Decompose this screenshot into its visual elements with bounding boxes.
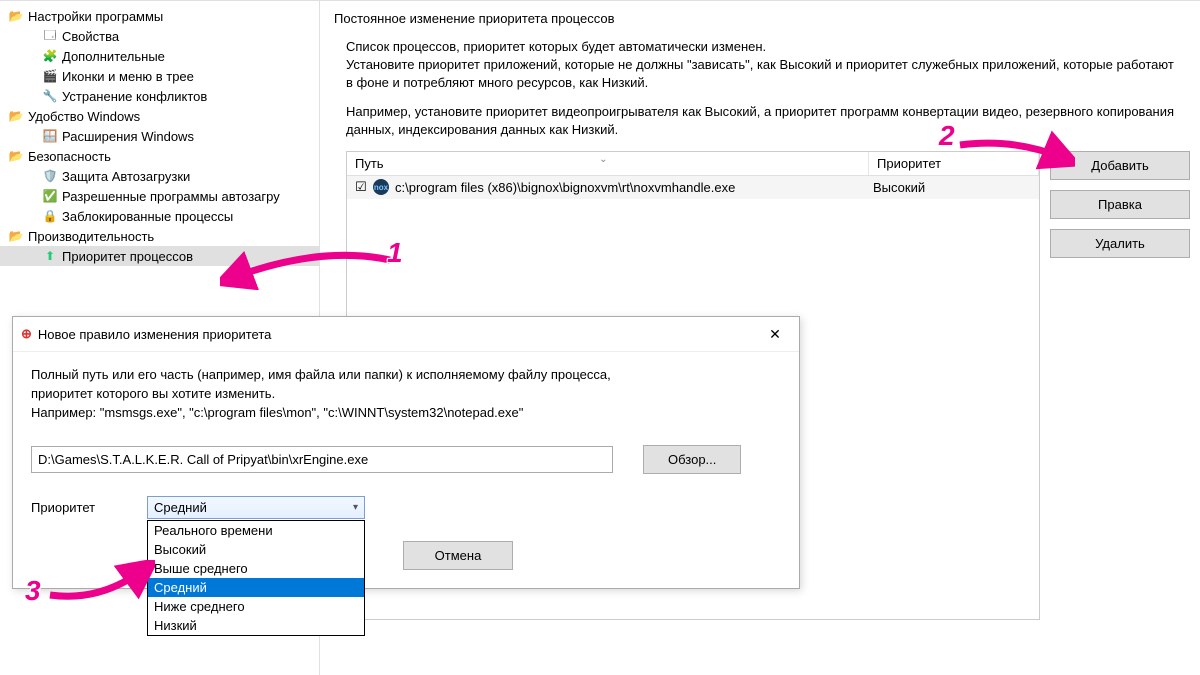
tree-item-label: Защита Автозагрузки	[62, 169, 190, 184]
tree-item-label: Разрешенные программы автозагру	[62, 189, 280, 204]
add-button[interactable]: Добавить	[1050, 151, 1190, 180]
column-header-path[interactable]: Путь	[347, 152, 869, 175]
window-icon: 🗔	[42, 28, 58, 44]
shield-icon: 🛡️	[42, 168, 58, 184]
tree-item-conflicts[interactable]: 🔧 Устранение конфликтов	[0, 86, 319, 106]
tree-item-label: Свойства	[62, 29, 119, 44]
folder-open-icon: 📂	[8, 228, 24, 244]
tree-group-label: Удобство Windows	[28, 109, 140, 124]
dropdown-option-normal[interactable]: Средний	[148, 578, 364, 597]
tree-item-label: Заблокированные процессы	[62, 209, 233, 224]
chevron-down-icon: ▾	[353, 502, 358, 513]
desc-line: Например: "msmsgs.exe", "c:\program file…	[31, 404, 781, 423]
folder-open-icon: 📂	[8, 108, 24, 124]
priority-up-icon: ⬆	[42, 248, 58, 264]
check-circle-icon: ✅	[42, 188, 58, 204]
row-path: c:\program files (x86)\bignox\bignoxvm\r…	[391, 178, 865, 197]
tree-group-windows-convenience[interactable]: 📂 Удобство Windows	[0, 106, 319, 126]
dialog-title: Новое правило изменения приоритета	[38, 327, 271, 342]
page-description: Список процессов, приоритет которых буде…	[330, 34, 1190, 151]
tree-item-properties[interactable]: 🗔 Свойства	[0, 26, 319, 46]
priority-combobox[interactable]: Средний ▾	[147, 496, 365, 519]
desc-line: Установите приоритет приложений, которые…	[346, 56, 1180, 92]
tree-item-label: Приоритет процессов	[62, 249, 193, 264]
dialog-description: Полный путь или его часть (например, имя…	[31, 366, 781, 423]
cancel-button[interactable]: Отмена	[403, 541, 513, 570]
tree-item-process-priority[interactable]: ⬆ Приоритет процессов	[0, 246, 319, 266]
priority-dropdown: Реального времени Высокий Выше среднего …	[147, 520, 365, 636]
dropdown-option-low[interactable]: Низкий	[148, 616, 364, 635]
folder-open-icon: 📂	[8, 8, 24, 24]
dropdown-option-above-normal[interactable]: Выше среднего	[148, 559, 364, 578]
tree-item-label: Дополнительные	[62, 49, 165, 64]
browse-button[interactable]: Обзор...	[643, 445, 741, 474]
puzzle-icon: 🧩	[42, 48, 58, 64]
dropdown-option-high[interactable]: Высокий	[148, 540, 364, 559]
page-title: Постоянное изменение приоритета процессо…	[330, 7, 1190, 34]
tree-group-program-settings[interactable]: 📂 Настройки программы	[0, 6, 319, 26]
edit-button[interactable]: Правка	[1050, 190, 1190, 219]
tree-group-security[interactable]: 📂 Безопасность	[0, 146, 319, 166]
tree-item-blocked-processes[interactable]: 🔒 Заблокированные процессы	[0, 206, 319, 226]
table-row[interactable]: ☑ nox c:\program files (x86)\bignox\bign…	[347, 176, 1039, 199]
priority-label: Приоритет	[31, 500, 117, 515]
dialog-icon: ⊕	[21, 326, 32, 342]
app-icon: nox	[371, 179, 391, 195]
tree-group-label: Безопасность	[28, 149, 111, 164]
tree-group-performance[interactable]: 📂 Производительность	[0, 226, 319, 246]
column-header-priority[interactable]: Приоритет	[869, 152, 1039, 175]
new-priority-rule-dialog: ⊕ Новое правило изменения приоритета ✕ П…	[12, 316, 800, 589]
tree-item-label: Иконки и меню в трее	[62, 69, 194, 84]
desc-line: приоритет которого вы хотите изменить.	[31, 385, 781, 404]
tree-item-startup-protection[interactable]: 🛡️ Защита Автозагрузки	[0, 166, 319, 186]
close-button[interactable]: ✕	[759, 323, 791, 345]
desc-line: Список процессов, приоритет которых буде…	[346, 38, 1180, 56]
path-input[interactable]	[31, 446, 613, 473]
combo-value: Средний	[154, 500, 207, 515]
tree-item-label: Устранение конфликтов	[62, 89, 207, 104]
desc-line: Полный путь или его часть (например, имя…	[31, 366, 781, 385]
dropdown-option-below-normal[interactable]: Ниже среднего	[148, 597, 364, 616]
delete-button[interactable]: Удалить	[1050, 229, 1190, 258]
tree-item-additional[interactable]: 🧩 Дополнительные	[0, 46, 319, 66]
wrench-icon: 🔧	[42, 88, 58, 104]
desc-line: Например, установите приоритет видеопрои…	[346, 103, 1180, 139]
tree-group-label: Производительность	[28, 229, 154, 244]
film-icon: 🎬	[42, 68, 58, 84]
row-checkbox[interactable]: ☑	[351, 179, 371, 195]
row-priority: Высокий	[865, 178, 1035, 197]
windows-icon: 🪟	[42, 128, 58, 144]
tree-item-tray-icons[interactable]: 🎬 Иконки и меню в трее	[0, 66, 319, 86]
tree-item-windows-extensions[interactable]: 🪟 Расширения Windows	[0, 126, 319, 146]
tree-item-label: Расширения Windows	[62, 129, 194, 144]
folder-open-icon: 📂	[8, 148, 24, 164]
lock-icon: 🔒	[42, 208, 58, 224]
dropdown-option-realtime[interactable]: Реального времени	[148, 521, 364, 540]
tree-item-allowed-startup[interactable]: ✅ Разрешенные программы автозагру	[0, 186, 319, 206]
tree-group-label: Настройки программы	[28, 9, 163, 24]
